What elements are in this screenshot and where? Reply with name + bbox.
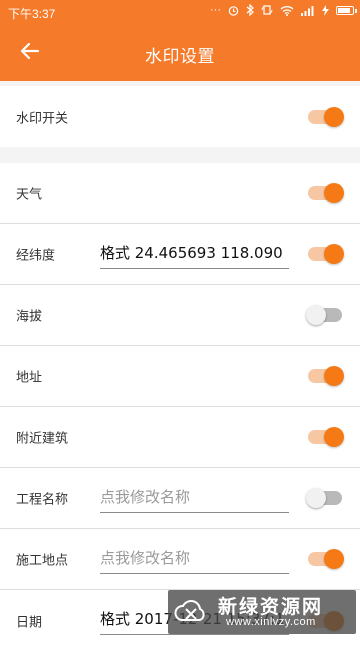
- coordinates-format-field[interactable]: 格式 24.465693 118.090: [100, 238, 289, 269]
- coordinates-label: 经纬度: [16, 248, 56, 264]
- weather-switch[interactable]: [308, 183, 344, 203]
- row-address[interactable]: 地址: [0, 346, 360, 407]
- site-watermark: 新绿资源网 www.xinlvzy.com: [168, 590, 356, 634]
- battery-fill: [338, 7, 350, 13]
- switch-thumb: [306, 305, 326, 325]
- status-icons: ···: [210, 4, 357, 16]
- project-name-placeholder: 点我修改名称: [100, 488, 191, 506]
- switch-thumb: [306, 488, 326, 508]
- switch-thumb: [324, 366, 344, 386]
- nearby-building-switch[interactable]: [308, 427, 344, 447]
- watermark-title: 新绿资源网: [218, 596, 324, 618]
- switch-thumb: [324, 427, 344, 447]
- project-name-switch[interactable]: [306, 488, 342, 508]
- row-site[interactable]: 施工地点 点我修改名称: [0, 529, 360, 590]
- app-bar: 水印设置: [0, 25, 360, 81]
- status-bar: 下午3:37 ···: [0, 0, 360, 25]
- bluetooth-icon: [246, 4, 254, 16]
- site-placeholder: 点我修改名称: [100, 549, 191, 567]
- status-time: 下午3:37: [8, 7, 56, 21]
- site-field[interactable]: 点我修改名称: [100, 543, 289, 574]
- row-watermark-master[interactable]: 水印开关: [0, 86, 360, 147]
- address-label: 地址: [16, 370, 43, 386]
- weather-label: 天气: [16, 187, 43, 203]
- battery-icon: [336, 5, 357, 15]
- switch-thumb: [324, 106, 344, 127]
- watermark-master-switch[interactable]: [308, 106, 344, 127]
- date-label: 日期: [16, 615, 43, 630]
- master-section: 水印开关: [0, 86, 360, 147]
- rotate-icon: [261, 5, 273, 15]
- watermark-master-label: 水印开关: [16, 111, 69, 126]
- dots-icon: ···: [210, 4, 221, 16]
- row-weather[interactable]: 天气: [0, 163, 360, 224]
- row-coordinates[interactable]: 经纬度 格式 24.465693 118.090: [0, 224, 360, 285]
- cloud-logo-icon: [174, 600, 205, 621]
- charging-icon: [322, 4, 329, 16]
- row-project-name[interactable]: 工程名称 点我修改名称: [0, 468, 360, 529]
- alarm-icon: [228, 5, 239, 16]
- switch-thumb: [324, 183, 344, 203]
- row-altitude[interactable]: 海拔: [0, 285, 360, 346]
- coordinates-switch[interactable]: [308, 244, 344, 264]
- nearby-building-label: 附近建筑: [16, 431, 69, 447]
- signal-icon: [301, 5, 314, 16]
- address-switch[interactable]: [308, 366, 344, 386]
- altitude-switch[interactable]: [306, 305, 342, 325]
- watermark-subtitle: www.xinlvzy.com: [226, 616, 316, 628]
- switch-thumb: [324, 549, 344, 569]
- row-nearby-building[interactable]: 附近建筑: [0, 407, 360, 468]
- site-switch[interactable]: [308, 549, 344, 569]
- page-title: 水印设置: [145, 47, 215, 67]
- altitude-label: 海拔: [16, 309, 43, 325]
- settings-list: 天气 经纬度 格式 24.465693 118.090 海拔 地址 附近建筑 工…: [0, 163, 360, 651]
- wifi-icon: [280, 5, 294, 16]
- coordinates-value: 格式 24.465693 118.090: [100, 244, 283, 262]
- switch-thumb: [324, 244, 344, 264]
- project-name-field[interactable]: 点我修改名称: [100, 482, 289, 513]
- project-name-label: 工程名称: [16, 492, 69, 508]
- site-label: 施工地点: [16, 553, 69, 569]
